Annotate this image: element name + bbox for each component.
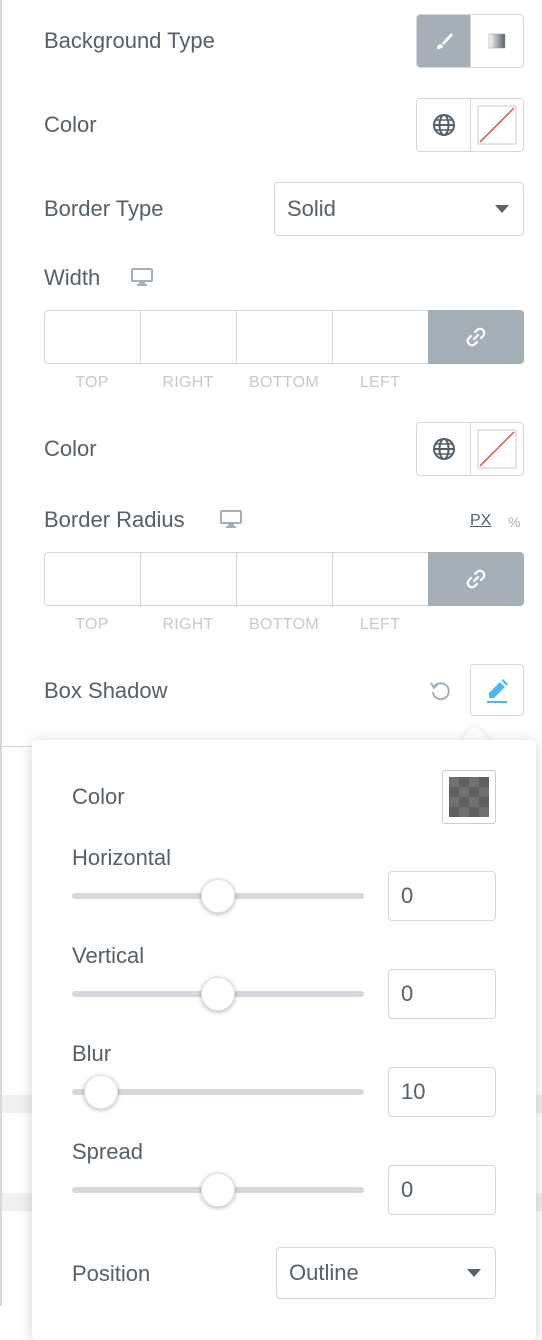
caret-down-icon [495,205,509,213]
side-label-top: TOP [75,616,109,633]
style-panel: Background Type Color Border Type Solid … [0,0,542,1340]
blur-input[interactable]: 10 [388,1067,496,1117]
border-radius-left-input[interactable] [332,552,428,606]
background-strip [2,1095,32,1113]
global-colors-button[interactable] [417,423,470,475]
border-radius-right-input[interactable] [140,552,236,606]
border-radius-bottom-input[interactable] [236,552,332,606]
background-strip [536,1193,542,1211]
border-type-label: Border Type [44,196,164,221]
side-label-left: LEFT [359,374,401,391]
divider [2,746,32,747]
link-icon [466,327,486,347]
vertical-value: 0 [401,981,414,1006]
reset-icon[interactable] [428,679,452,703]
unit-px[interactable]: PX [470,512,491,530]
spread-input[interactable]: 0 [388,1165,496,1215]
border-type-select[interactable]: Solid [274,182,524,236]
no-color-swatch-icon [477,429,517,469]
border-width-left-input[interactable] [332,310,428,364]
background-type-switch [416,14,524,68]
border-width-top-input[interactable] [44,310,140,364]
desktop-icon[interactable] [219,509,243,529]
link-values-button[interactable] [428,552,524,606]
position-value: Outline [289,1260,359,1285]
global-colors-button[interactable] [417,99,470,151]
position-select[interactable]: Outline [276,1247,496,1299]
side-label-top: TOP [75,374,109,391]
gradient-icon [488,33,506,49]
unit-percent[interactable]: % [508,514,520,530]
globe-icon [432,114,455,136]
vertical-slider-handle[interactable] [201,977,235,1011]
vertical-input[interactable]: 0 [388,969,496,1019]
spread-slider-handle[interactable] [201,1173,235,1207]
background-strip [536,1095,542,1113]
horizontal-value: 0 [401,883,414,908]
border-radius-top-input[interactable] [44,552,140,606]
desktop-icon[interactable] [130,267,154,287]
width-label: Width [44,265,101,290]
edit-box-shadow-button[interactable] [470,664,524,716]
horizontal-slider-handle[interactable] [201,879,235,913]
spread-label: Spread [72,1139,143,1164]
shadow-color-label: Color [72,784,125,809]
border-width-bottom-input[interactable] [236,310,332,364]
link-icon [466,569,486,589]
blur-slider-handle[interactable] [84,1075,119,1109]
link-values-button[interactable] [428,310,524,364]
spread-value: 0 [401,1177,414,1202]
globe-icon [432,438,455,460]
background-gradient-button[interactable] [470,15,523,67]
border-radius-dimensions [44,552,524,606]
caret-down-icon [467,1269,481,1277]
border-width-dimensions [44,310,524,364]
horizontal-input[interactable]: 0 [388,871,496,921]
side-label-bottom: BOTTOM [249,374,319,391]
side-label-right: RIGHT [162,616,214,633]
box-shadow-label: Box Shadow [44,678,168,703]
color-label: Color [44,112,97,137]
border-radius-label: Border Radius [44,507,185,532]
blur-value: 10 [401,1079,426,1104]
background-strip [2,1193,32,1211]
position-label: Position [72,1261,151,1286]
background-type-label: Background Type [44,28,215,53]
side-label-left: LEFT [359,616,401,633]
brush-icon [436,33,453,49]
shadow-color-swatch[interactable] [442,770,496,824]
no-color-swatch-icon [477,105,517,145]
horizontal-label: Horizontal [72,845,172,870]
border-color-label: Color [44,436,97,461]
color-picker-button[interactable] [470,99,523,151]
blur-label: Blur [72,1041,112,1066]
color-control [416,98,524,152]
border-color-control [416,422,524,476]
border-color-picker-button[interactable] [470,423,523,475]
vertical-label: Vertical [72,943,145,968]
side-label-right: RIGHT [162,374,214,391]
border-radius-side-labels: TOP RIGHT BOTTOM LEFT [44,616,428,634]
border-width-side-labels: TOP RIGHT BOTTOM LEFT [44,374,428,392]
pencil-icon [487,679,508,703]
checkerboard-swatch [449,777,489,817]
border-width-right-input[interactable] [140,310,236,364]
background-classic-button[interactable] [417,15,470,67]
border-type-value: Solid [287,196,336,221]
side-label-bottom: BOTTOM [249,616,319,633]
